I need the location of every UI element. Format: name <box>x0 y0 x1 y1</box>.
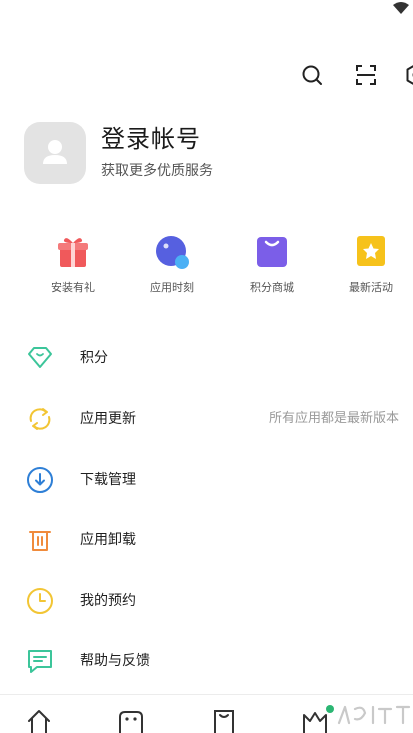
login-subtitle: 获取更多优质服务 <box>101 163 213 179</box>
clock-icon <box>25 586 55 616</box>
home-icon <box>28 710 50 733</box>
quick-links: 安装有礼 应用时刻 积分商城 最新活动 <box>0 234 413 304</box>
watermark-logo <box>335 703 411 725</box>
menu-item-help-feedback[interactable]: 帮助与反馈 <box>0 631 413 691</box>
nav-shop[interactable] <box>209 707 239 733</box>
menu-item-label: 应用更新 <box>80 411 136 427</box>
settings-button[interactable] <box>404 62 413 88</box>
menu-item-download-manager[interactable]: 下载管理 <box>0 450 413 510</box>
user-icon <box>43 140 67 164</box>
profile-login-card[interactable]: 登录帐号 获取更多优质服务 <box>24 122 389 184</box>
scan-icon <box>356 65 376 85</box>
status-bar <box>0 0 413 20</box>
activity-star-icon <box>353 234 389 270</box>
gift-icon <box>55 234 91 270</box>
nav-games[interactable] <box>116 707 146 733</box>
menu-item-points[interactable]: 积分 <box>0 328 413 388</box>
quick-link-label: 安装有礼 <box>51 281 95 294</box>
menu-item-label: 积分 <box>80 350 108 366</box>
update-status-text: 所有应用都是最新版本 <box>268 411 399 426</box>
feedback-icon <box>25 646 55 676</box>
shop-icon <box>214 710 234 733</box>
menu-item-label: 下载管理 <box>80 472 136 488</box>
nav-mine[interactable] <box>300 705 334 733</box>
quick-link-latest-activity[interactable]: 最新活动 <box>323 234 413 304</box>
search-button[interactable] <box>299 62 325 88</box>
menu-item-app-uninstall[interactable]: 应用卸载 <box>0 510 413 570</box>
shopping-bag-icon <box>254 234 290 270</box>
top-actions <box>213 62 413 90</box>
bottom-nav <box>0 694 413 733</box>
quick-link-label: 积分商城 <box>250 281 294 294</box>
nav-home[interactable] <box>24 707 54 733</box>
trash-icon <box>25 525 55 555</box>
quick-link-label: 应用时刻 <box>150 281 194 294</box>
menu-item-label: 我的预约 <box>80 593 136 609</box>
menu-item-app-update[interactable]: 应用更新 所有应用都是最新版本 <box>0 389 413 449</box>
quick-link-points-mall[interactable]: 积分商城 <box>224 234 320 304</box>
diamond-icon <box>25 343 55 373</box>
game-icon <box>119 711 143 733</box>
notification-dot <box>326 705 334 713</box>
app-moment-icon <box>154 234 190 270</box>
download-icon <box>25 465 55 495</box>
quick-link-install-gift[interactable]: 安装有礼 <box>25 234 121 304</box>
menu-item-label: 应用卸载 <box>80 532 136 548</box>
quick-link-label: 最新活动 <box>349 281 393 294</box>
settings-icon <box>406 65 413 85</box>
search-icon <box>302 65 322 85</box>
login-title[interactable]: 登录帐号 <box>101 124 201 154</box>
wifi-icon <box>393 2 409 14</box>
menu-item-my-reservations[interactable]: 我的预约 <box>0 571 413 631</box>
refresh-icon <box>25 404 55 434</box>
avatar[interactable] <box>24 122 86 184</box>
scan-button[interactable] <box>353 62 379 88</box>
quick-link-app-moment[interactable]: 应用时刻 <box>124 234 220 304</box>
menu-item-label: 帮助与反馈 <box>80 653 150 669</box>
